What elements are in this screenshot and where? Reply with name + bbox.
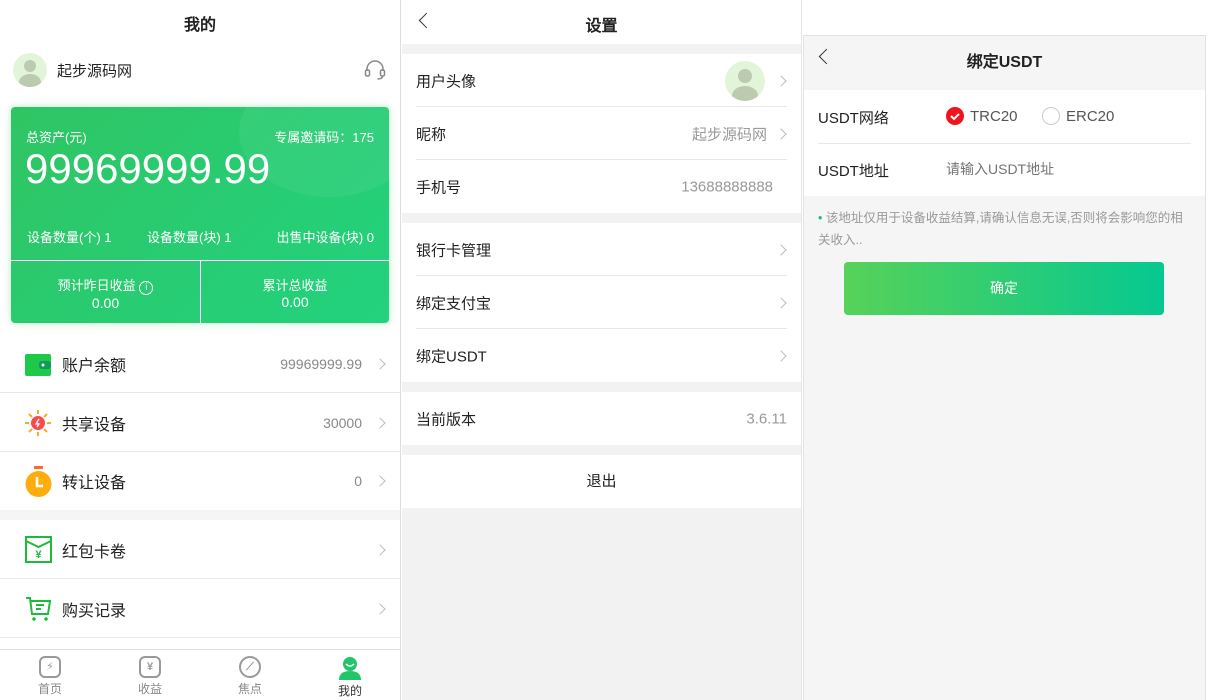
chevron-right-icon [775, 127, 787, 140]
usdt-address-input[interactable] [946, 154, 1186, 184]
stat-blocks: 设备数量(块) 1 [147, 230, 232, 245]
mine-screen: 我的 起步源码网 总资产(元) 专属邀请码：175 99969999.99 设备… [0, 0, 401, 700]
red-packet-icon: ¥ [25, 536, 52, 563]
menu-red-packets[interactable]: ¥ 红包卡卷 [0, 520, 400, 579]
chevron-right-icon [775, 349, 787, 362]
confirm-button[interactable]: 确定 [844, 262, 1164, 315]
page-title: 绑定USDT [966, 54, 1043, 71]
chevron-right-icon [374, 475, 386, 487]
menu-transfer-devices[interactable]: 转让设备 0 [0, 452, 400, 510]
chevron-right-icon [374, 602, 386, 615]
avatar[interactable] [13, 53, 47, 87]
money-bag-icon: ¥ [139, 656, 161, 678]
settings-alipay[interactable]: 绑定支付宝 [402, 276, 801, 329]
unchecked-radio-icon [1042, 107, 1060, 125]
nav-focus[interactable]: ⟋ 焦点 [200, 650, 300, 700]
invite-code: 专属邀请码：175 [274, 130, 374, 145]
assets-value: 99969999.99 [25, 145, 271, 192]
wallet-icon [25, 354, 51, 376]
info-icon[interactable]: i [139, 281, 154, 295]
radio-erc20[interactable]: ERC20 [1042, 107, 1114, 125]
headset-icon[interactable] [363, 58, 387, 82]
nav-home[interactable]: ⚡ 首页 [0, 650, 100, 700]
assets-card: 总资产(元) 专属邀请码：175 99969999.99 设备数量(个) 1 设… [11, 107, 389, 323]
settings-usdt[interactable]: 绑定USDT [402, 329, 801, 382]
menu-shared-devices[interactable]: 共享设备 30000 [0, 393, 400, 452]
note: • 该地址仅用于设备收益结算,请确认信息无误,否则将会影响您的相关收入.. [818, 211, 1183, 247]
menu-balance[interactable]: 账户余额 99969999.99 [0, 334, 400, 393]
username: 起步源码网 [57, 63, 133, 80]
address-label: USDT地址 [818, 163, 889, 180]
chevron-right-icon [775, 74, 787, 87]
settings-bank-cards[interactable]: 银行卡管理 [402, 223, 801, 276]
page-title: 设置 [585, 18, 618, 35]
cart-icon [26, 597, 52, 621]
compass-icon: ⟋ [239, 656, 261, 678]
checked-radio-icon [946, 107, 964, 125]
bind-usdt-screen: 绑定USDT USDT网络 TRC20 ERC20 USDT地址 • 该地址仅用… [803, 35, 1206, 700]
chevron-right-icon [775, 296, 787, 309]
user-icon [339, 657, 361, 680]
home-icon: ⚡ [39, 656, 61, 678]
chevron-right-icon [374, 543, 386, 556]
menu-purchase-records[interactable]: 购买记录 [0, 579, 400, 638]
logout-button[interactable]: 退出 [402, 455, 801, 508]
total-earnings: 累计总收益 0.00 [262, 278, 328, 310]
assets-label: 总资产(元) [26, 130, 87, 145]
settings-nickname[interactable]: 昵称 起步源码网 [402, 107, 801, 160]
chevron-right-icon [775, 243, 787, 256]
timer-icon [25, 466, 52, 497]
settings-avatar[interactable]: 用户头像 [402, 54, 801, 107]
settings-screen: 设置 用户头像 昵称 起步源码网 手机号 13688888888 银行卡管理 绑定支… [402, 0, 802, 700]
settings-phone: 手机号 13688888888 [402, 160, 801, 213]
svg-text:¥: ¥ [35, 549, 42, 561]
bottom-nav: ⚡ 首页 ¥ 收益 ⟋ 焦点 我的 [0, 649, 400, 700]
chevron-right-icon [374, 357, 386, 370]
stat-selling: 出售中设备(块) 0 [276, 230, 374, 245]
page-title: 我的 [183, 17, 216, 34]
settings-version: 当前版本 3.6.11 [402, 392, 801, 445]
nav-earnings[interactable]: ¥ 收益 [100, 650, 200, 700]
network-label: USDT网络 [818, 110, 889, 127]
sun-icon [25, 410, 51, 436]
stat-devices: 设备数量(个) 1 [27, 230, 112, 245]
avatar [725, 61, 765, 101]
yesterday-earnings: 预计昨日收益 i 0.00 [11, 275, 200, 311]
nav-mine[interactable]: 我的 [300, 650, 400, 700]
radio-trc20[interactable]: TRC20 [946, 107, 1018, 125]
chevron-right-icon [374, 416, 386, 429]
